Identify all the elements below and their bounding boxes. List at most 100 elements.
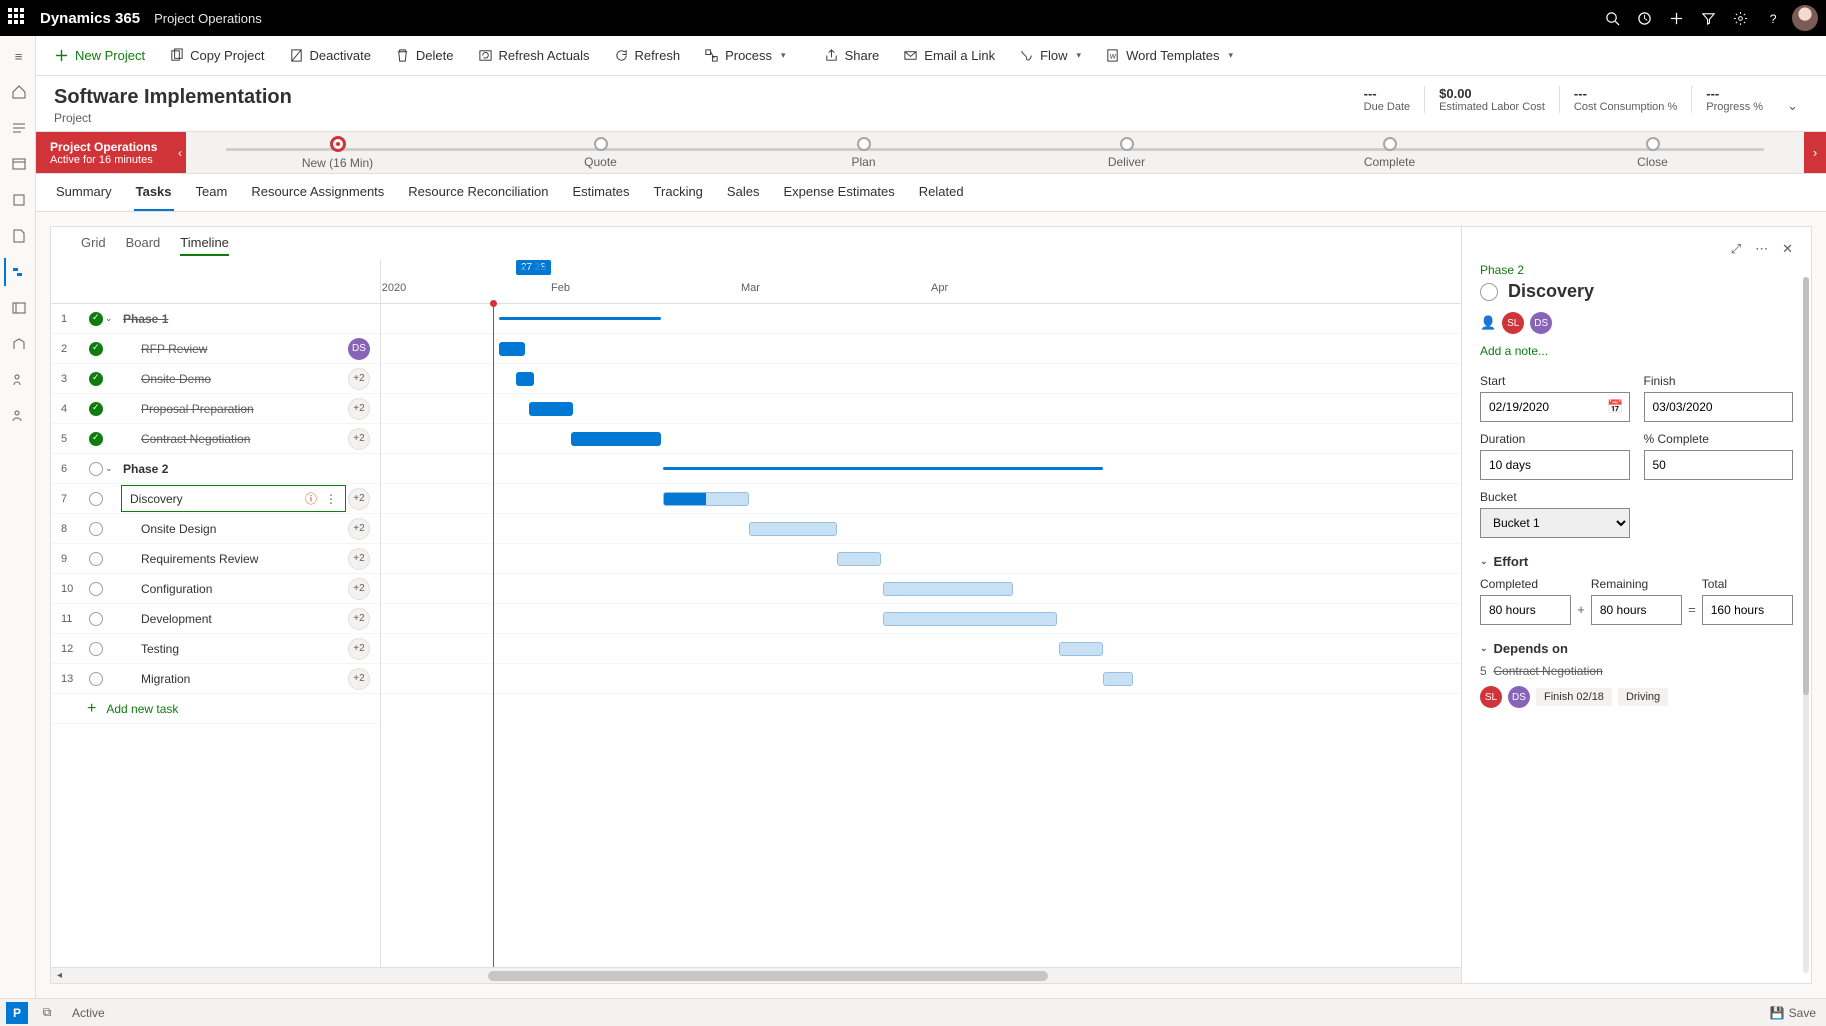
- help-icon[interactable]: ?: [1756, 2, 1788, 34]
- effort-section-header[interactable]: ⌄Effort: [1480, 554, 1793, 569]
- pinned-icon[interactable]: [4, 150, 32, 178]
- settings-icon[interactable]: [1724, 2, 1756, 34]
- gantt-bar[interactable]: [663, 467, 1103, 470]
- tab-tracking[interactable]: Tracking: [652, 174, 705, 211]
- gantt-bar[interactable]: [516, 372, 534, 386]
- task-row[interactable]: 11 Development +2: [51, 604, 380, 634]
- task-row[interactable]: 7 Discoveryⓘ⋮ +2: [51, 484, 380, 514]
- bpf-stage[interactable]: Deliver: [995, 137, 1258, 169]
- horizontal-scrollbar[interactable]: ◂: [51, 967, 1461, 983]
- tab-estimates[interactable]: Estimates: [570, 174, 631, 211]
- gantt-bar[interactable]: [883, 612, 1057, 626]
- recent-icon[interactable]: [4, 114, 32, 142]
- assistant-icon[interactable]: [1628, 2, 1660, 34]
- rail-icon-5[interactable]: [4, 366, 32, 394]
- chevron-left-icon[interactable]: ‹: [178, 146, 182, 160]
- gantt-bar[interactable]: [883, 582, 1013, 596]
- task-row[interactable]: 12 Testing +2: [51, 634, 380, 664]
- projects-icon[interactable]: [4, 258, 32, 286]
- assignee-badge[interactable]: SL: [1502, 312, 1524, 334]
- gantt-bar[interactable]: [1103, 672, 1133, 686]
- task-row[interactable]: 8 Onsite Design +2: [51, 514, 380, 544]
- bpf-stage[interactable]: Complete: [1258, 137, 1521, 169]
- delete-button[interactable]: Delete: [385, 44, 464, 67]
- new-project-button[interactable]: New Project: [44, 44, 155, 67]
- copy-project-button[interactable]: Copy Project: [159, 44, 274, 67]
- task-row[interactable]: 1 ⌄ Phase 1: [51, 304, 380, 334]
- viewtab-board[interactable]: Board: [126, 235, 161, 256]
- refresh-actuals-button[interactable]: Refresh Actuals: [468, 44, 600, 67]
- app-badge[interactable]: P: [6, 1002, 28, 1024]
- search-icon[interactable]: [1596, 2, 1628, 34]
- bpf-stage[interactable]: Close: [1521, 137, 1784, 169]
- task-row[interactable]: 5 Contract Negotiation +2: [51, 424, 380, 454]
- tab-resource-reconciliation[interactable]: Resource Reconciliation: [406, 174, 550, 211]
- bpf-flag[interactable]: Project Operations Active for 16 minutes…: [36, 132, 186, 173]
- tab-tasks[interactable]: Tasks: [134, 174, 174, 211]
- depends-section-header[interactable]: ⌄Depends on: [1480, 641, 1793, 656]
- gantt-bar[interactable]: [571, 432, 661, 446]
- filter-icon[interactable]: [1692, 2, 1724, 34]
- user-avatar[interactable]: [1792, 5, 1818, 31]
- task-row[interactable]: 4 Proposal Preparation +2: [51, 394, 380, 424]
- start-date-input[interactable]: [1480, 392, 1630, 422]
- tab-expense-estimates[interactable]: Expense Estimates: [781, 174, 896, 211]
- bpf-stage[interactable]: Plan: [732, 137, 995, 169]
- popout-icon[interactable]: ⧉: [32, 1005, 62, 1020]
- bucket-select[interactable]: Bucket 1: [1480, 508, 1630, 538]
- header-expand-icon[interactable]: ⌄: [1777, 92, 1808, 120]
- assign-person-icon[interactable]: 👤: [1480, 315, 1496, 331]
- add-task-row[interactable]: +Add new task: [51, 694, 380, 724]
- gantt-bar[interactable]: [663, 492, 749, 506]
- add-note-link[interactable]: Add a note...: [1480, 344, 1793, 358]
- bpf-stage[interactable]: Quote: [469, 137, 732, 169]
- gantt-bar[interactable]: [529, 402, 573, 416]
- share-button[interactable]: Share: [814, 44, 890, 67]
- viewtab-timeline[interactable]: Timeline: [180, 235, 229, 256]
- rail-icon-1[interactable]: [4, 186, 32, 214]
- word-templates-button[interactable]: WWord Templates▾: [1095, 44, 1243, 67]
- task-row[interactable]: 2 RFP Review DS: [51, 334, 380, 364]
- expand-panel-icon[interactable]: ⤢: [1731, 241, 1741, 257]
- gantt-bar[interactable]: [499, 317, 661, 320]
- menu-toggle-icon[interactable]: ≡: [4, 42, 32, 70]
- viewtab-grid[interactable]: Grid: [81, 235, 106, 256]
- tab-related[interactable]: Related: [917, 174, 966, 211]
- task-row[interactable]: 10 Configuration +2: [51, 574, 380, 604]
- tab-sales[interactable]: Sales: [725, 174, 762, 211]
- save-button[interactable]: 💾Save: [1770, 1006, 1826, 1020]
- task-row[interactable]: 3 Onsite Demo +2: [51, 364, 380, 394]
- task-row[interactable]: 13 Migration +2: [51, 664, 380, 694]
- effort-total-input[interactable]: [1702, 595, 1793, 625]
- rail-icon-4[interactable]: [4, 330, 32, 358]
- rail-icon-2[interactable]: [4, 222, 32, 250]
- task-row[interactable]: 9 Requirements Review +2: [51, 544, 380, 574]
- refresh-button[interactable]: Refresh: [604, 44, 691, 67]
- effort-remaining-input[interactable]: [1591, 595, 1682, 625]
- assignee-badge[interactable]: DS: [1530, 312, 1552, 334]
- finish-date-input[interactable]: [1644, 392, 1794, 422]
- app-launcher-icon[interactable]: [8, 8, 28, 28]
- bpf-next-button[interactable]: ›: [1804, 132, 1826, 173]
- effort-completed-input[interactable]: [1480, 595, 1571, 625]
- task-row[interactable]: 6 ⌄ Phase 2: [51, 454, 380, 484]
- tab-team[interactable]: Team: [194, 174, 230, 211]
- percent-complete-input[interactable]: [1644, 450, 1794, 480]
- gantt-bar[interactable]: [749, 522, 837, 536]
- close-panel-icon[interactable]: ✕: [1782, 241, 1793, 257]
- task-status-icon[interactable]: [1480, 283, 1498, 301]
- panel-scrollbar[interactable]: [1803, 277, 1809, 973]
- rail-icon-3[interactable]: [4, 294, 32, 322]
- tab-summary[interactable]: Summary: [54, 174, 114, 211]
- rail-icon-6[interactable]: [4, 402, 32, 430]
- gantt-bar[interactable]: [1059, 642, 1103, 656]
- bpf-stage[interactable]: New (16 Min): [206, 136, 469, 170]
- home-icon[interactable]: [4, 78, 32, 106]
- gantt-bar[interactable]: [837, 552, 881, 566]
- deactivate-button[interactable]: Deactivate: [279, 44, 381, 67]
- flow-button[interactable]: Flow▾: [1009, 44, 1091, 67]
- tab-resource-assignments[interactable]: Resource Assignments: [249, 174, 386, 211]
- email-link-button[interactable]: Email a Link: [893, 44, 1005, 67]
- more-icon[interactable]: ⋯: [1755, 241, 1768, 257]
- process-button[interactable]: Process▾: [694, 44, 796, 67]
